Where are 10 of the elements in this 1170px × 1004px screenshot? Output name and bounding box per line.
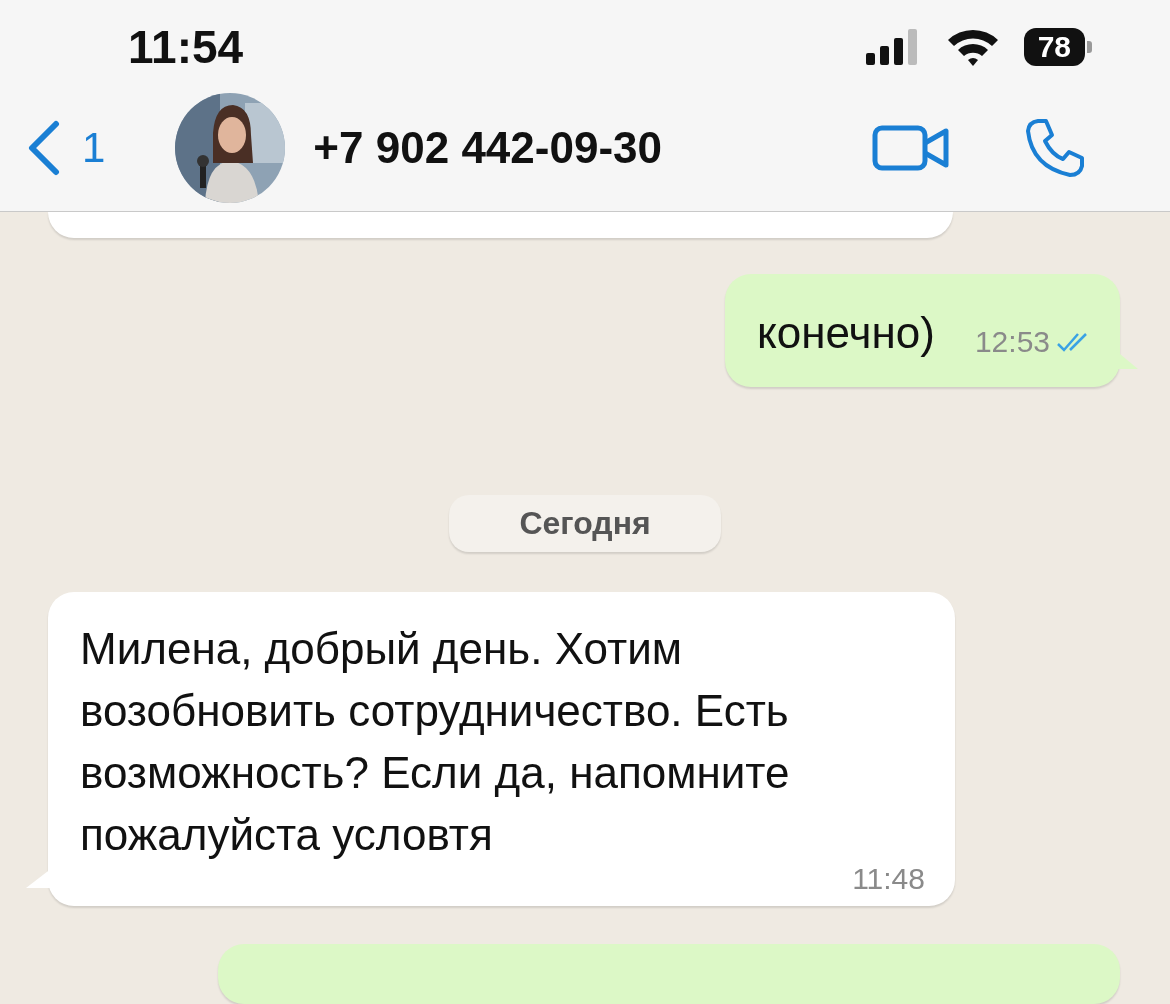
message-text: конечно) [757,307,935,359]
contact-name[interactable]: +7 902 442-09-30 [313,123,872,173]
message-time: 11:48 [852,862,925,896]
video-call-icon[interactable] [872,123,950,173]
phone-icon[interactable] [1024,117,1086,179]
back-button[interactable]: 1 [26,120,106,176]
status-time: 11:54 [128,19,244,74]
message-text: Милена, добрый день. Хотим возобновить сотрудничество. Есть возможность? Если да, напомните пожалуйста условтя [80,623,791,861]
date-label: Сегодня [449,495,721,552]
message-time: 12:53 [974,325,1050,359]
